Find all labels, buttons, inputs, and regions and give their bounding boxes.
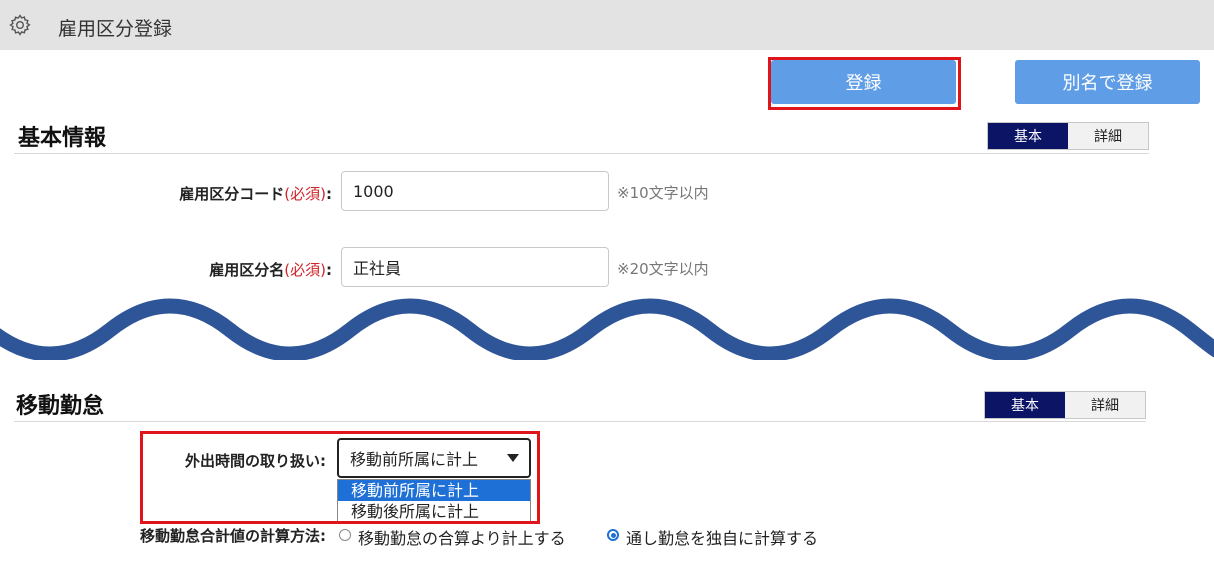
radio-label: 移動勤怠の合算より計上する: [358, 529, 566, 548]
view-toggle-travel-attendance: 基本 詳細: [984, 391, 1146, 419]
select-value: 移動前所属に計上: [350, 450, 479, 469]
employment-name-input[interactable]: 正社員: [341, 247, 609, 287]
calc-method-row: 移動勤怠合計値の計算方法: 移動勤怠の合算より計上する 通し勤怠を独自に計算する: [0, 525, 1214, 549]
header-bar: 雇用区分登録: [0, 0, 1214, 50]
label-colon: :: [326, 261, 332, 279]
gear-icon: [9, 14, 31, 36]
outing-time-dropdown: 移動前所属に計上 移動後所属に計上: [337, 479, 531, 523]
divider: [14, 153, 1149, 154]
radio-sum-travel[interactable]: [339, 529, 351, 541]
toggle-detail[interactable]: 詳細: [1065, 392, 1145, 418]
chevron-down-icon: [507, 454, 519, 462]
employment-code-hint: ※10文字以内: [617, 184, 709, 202]
toggle-detail[interactable]: 詳細: [1068, 123, 1148, 149]
register-button[interactable]: 登録: [771, 60, 956, 104]
label-text: 雇用区分コード: [179, 185, 285, 203]
required-mark: (必須): [284, 261, 326, 279]
calc-method-label: 移動勤怠合計値の計算方法:: [140, 527, 326, 545]
section-title-travel-attendance: 移動勤怠: [16, 394, 105, 419]
employment-code-label: 雇用区分コード(必須):: [120, 183, 332, 204]
radio-label: 通し勤怠を独自に計算する: [626, 529, 819, 548]
page-title: 雇用区分登録: [58, 18, 173, 40]
view-toggle-basic-info: 基本 詳細: [987, 122, 1149, 150]
dropdown-option[interactable]: 移動後所属に計上: [338, 501, 530, 522]
toggle-basic[interactable]: 基本: [988, 123, 1068, 149]
toggle-basic[interactable]: 基本: [985, 392, 1065, 418]
divider: [14, 421, 1146, 422]
content-break-wave: [0, 298, 1214, 360]
dropdown-option[interactable]: 移動前所属に計上: [338, 480, 530, 501]
outing-time-select[interactable]: 移動前所属に計上: [337, 438, 531, 478]
label-colon: :: [326, 185, 332, 203]
outing-time-label: 外出時間の取り扱い:: [185, 452, 326, 470]
employment-code-input[interactable]: 1000: [341, 171, 609, 211]
label-text: 雇用区分名: [209, 261, 285, 279]
radio-independent-calc[interactable]: [607, 529, 619, 541]
employment-name-hint: ※20文字以内: [617, 260, 709, 278]
register-as-alias-button[interactable]: 別名で登録: [1015, 60, 1200, 104]
employment-name-label: 雇用区分名(必須):: [120, 259, 332, 280]
section-title-basic-info: 基本情報: [18, 126, 107, 151]
required-mark: (必須): [284, 185, 326, 203]
